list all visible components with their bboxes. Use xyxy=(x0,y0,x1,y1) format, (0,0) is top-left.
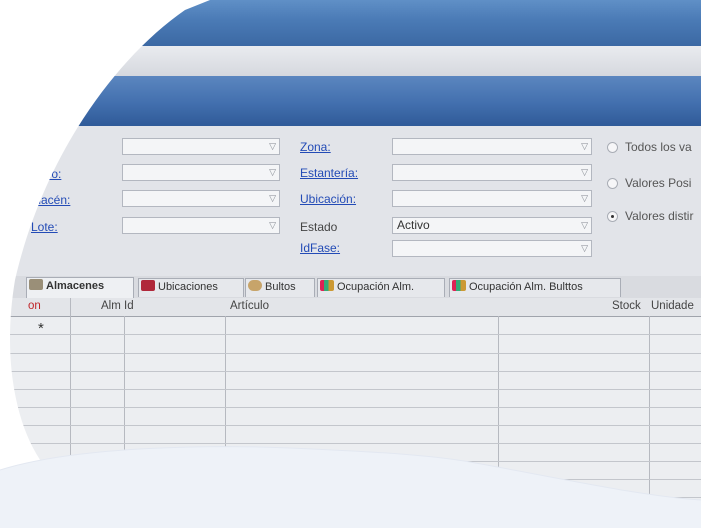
wave-shape xyxy=(0,446,701,528)
screenshot-scene: culo: macén: Lote: ▽ ▽ ▽ ▽ Zona: Estante… xyxy=(0,0,701,528)
decorative-wave xyxy=(0,446,701,528)
